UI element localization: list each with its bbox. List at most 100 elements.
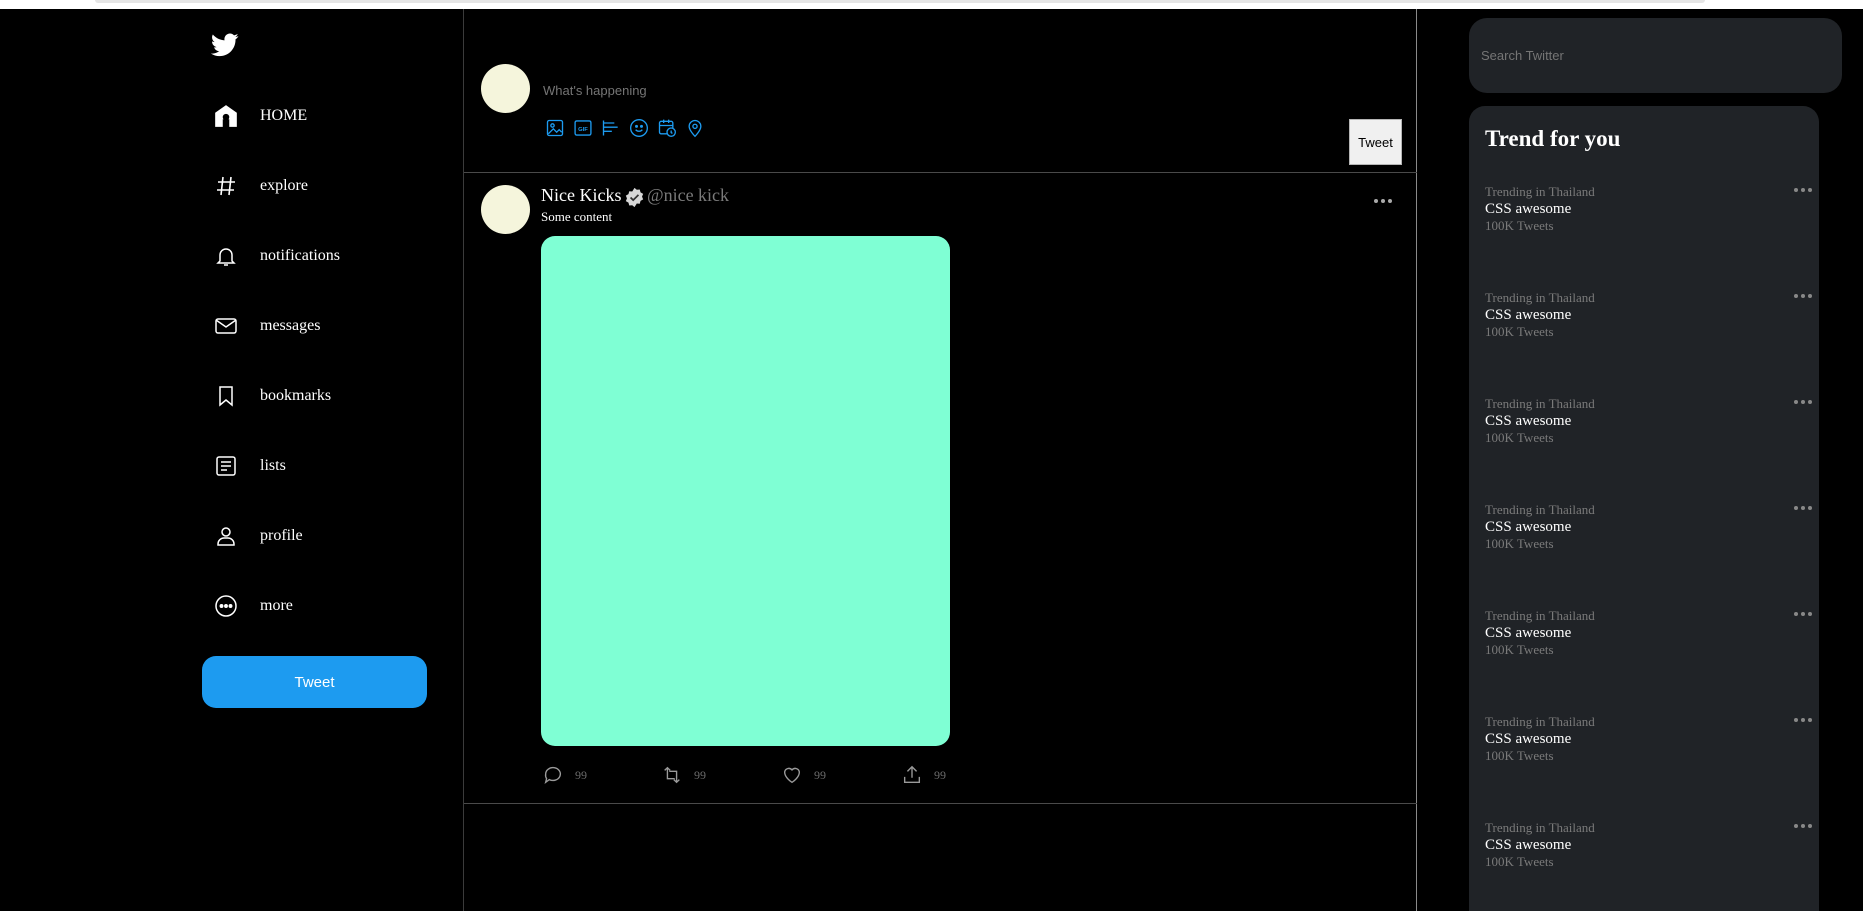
trend-name: CSS awesome (1485, 731, 1572, 747)
trend-name: CSS awesome (1485, 413, 1572, 429)
post-author-handle[interactable]: @nice kick (647, 185, 729, 206)
post-content: Some content (541, 209, 613, 224)
home-icon (211, 101, 241, 131)
search-input[interactable] (1481, 48, 1821, 63)
trend-count: 100K Tweets (1485, 218, 1554, 233)
sidebar-item-label: more (260, 597, 293, 614)
trend-item[interactable]: Trending in Thailand CSS awesome 100K Tw… (1485, 396, 1812, 466)
sidebar-item-label: bookmarks (260, 387, 332, 404)
avatar (481, 64, 530, 113)
sidebar-item-label: profile (260, 527, 303, 544)
sidebar-item-explore[interactable]: explore (211, 166, 411, 206)
more-options-icon[interactable] (1792, 182, 1814, 192)
trend-location: Trending in Thailand (1485, 396, 1595, 411)
trend-item[interactable]: Trending in Thailand CSS awesome 100K Tw… (1485, 714, 1812, 784)
tweet-composer: GIF Tweet (464, 9, 1417, 173)
list-icon (211, 451, 241, 481)
sidebar-item-label: explore (260, 177, 308, 194)
share-icon (900, 763, 924, 787)
trend-item[interactable]: Trending in Thailand CSS awesome 100K Tw… (1485, 820, 1812, 890)
trend-location: Trending in Thailand (1485, 502, 1595, 517)
trends-title: Trend for you (1485, 126, 1621, 151)
compose-tweet-button[interactable]: Tweet (1349, 119, 1402, 165)
trend-count: 100K Tweets (1485, 536, 1554, 551)
person-icon (211, 521, 241, 551)
trend-name: CSS awesome (1485, 307, 1572, 323)
retweet-icon (660, 763, 684, 787)
reply-count: 99 (575, 767, 587, 782)
compose-toolbar: GIF (543, 117, 706, 139)
sidebar-item-profile[interactable]: profile (211, 516, 411, 556)
trend-item[interactable]: Trending in Thailand CSS awesome 100K Tw… (1485, 290, 1812, 360)
emoji-icon[interactable] (627, 117, 650, 139)
bookmark-icon (211, 381, 241, 411)
trend-location: Trending in Thailand (1485, 184, 1595, 199)
browser-top-edge (0, 0, 1863, 9)
trend-item[interactable]: Trending in Thailand CSS awesome 100K Tw… (1485, 502, 1812, 572)
reply-icon (541, 763, 565, 787)
trend-count: 100K Tweets (1485, 642, 1554, 657)
image-icon[interactable] (543, 117, 566, 139)
bell-icon (211, 241, 241, 271)
trend-location: Trending in Thailand (1485, 820, 1595, 835)
hashtag-icon (211, 171, 241, 201)
like-count: 99 (814, 767, 826, 782)
more-options-icon[interactable] (1792, 500, 1814, 510)
more-circle-icon (211, 591, 241, 621)
sidebar-item-lists[interactable]: lists (211, 446, 411, 486)
sidebar-item-label: lists (260, 457, 286, 474)
poll-icon[interactable] (599, 117, 622, 139)
post-author-name[interactable]: Nice Kicks (541, 185, 621, 206)
tweet-post[interactable]: Nice Kicks @nice kick Some content 99 99… (464, 173, 1417, 804)
post-media[interactable] (541, 236, 950, 746)
trends-panel: Trend for you Trending in Thailand CSS a… (1469, 106, 1819, 911)
more-options-icon[interactable] (1792, 394, 1814, 404)
sidebar-item-messages[interactable]: messages (211, 306, 411, 346)
svg-text:GIF: GIF (578, 127, 588, 133)
sidebar-item-label: messages (260, 317, 321, 334)
like-button[interactable]: 99 (780, 763, 826, 787)
trend-location: Trending in Thailand (1485, 608, 1595, 623)
share-count: 99 (934, 767, 946, 782)
search-box (1469, 18, 1842, 93)
mail-icon (211, 311, 241, 341)
reply-button[interactable]: 99 (541, 763, 587, 787)
schedule-icon[interactable] (655, 117, 678, 139)
sidebar-item-label: notifications (260, 247, 340, 264)
more-options-icon[interactable] (1792, 606, 1814, 616)
more-options-icon[interactable] (1792, 712, 1814, 722)
trend-count: 100K Tweets (1485, 854, 1554, 869)
location-icon[interactable] (683, 117, 706, 139)
trend-name: CSS awesome (1485, 625, 1572, 641)
trend-location: Trending in Thailand (1485, 714, 1595, 729)
verified-badge-icon (624, 187, 645, 208)
trend-count: 100K Tweets (1485, 324, 1554, 339)
sidebar-item-notifications[interactable]: notifications (211, 236, 411, 276)
more-options-icon[interactable] (1792, 288, 1814, 298)
trend-count: 100K Tweets (1485, 430, 1554, 445)
compose-input[interactable] (543, 83, 943, 98)
more-options-icon[interactable] (1372, 193, 1394, 203)
trend-name: CSS awesome (1485, 519, 1572, 535)
sidebar-item-bookmarks[interactable]: bookmarks (211, 376, 411, 416)
browser-top-edge-inner (95, 0, 1705, 3)
retweet-count: 99 (694, 767, 706, 782)
more-options-icon[interactable] (1792, 818, 1814, 828)
gif-icon[interactable]: GIF (571, 117, 594, 139)
trend-item[interactable]: Trending in Thailand CSS awesome 100K Tw… (1485, 608, 1812, 678)
avatar[interactable] (481, 185, 530, 234)
trend-count: 100K Tweets (1485, 748, 1554, 763)
trend-item[interactable]: Trending in Thailand CSS awesome 100K Tw… (1485, 184, 1812, 254)
trend-name: CSS awesome (1485, 837, 1572, 853)
share-button[interactable]: 99 (900, 763, 946, 787)
twitter-bird-icon[interactable] (210, 33, 243, 61)
sidebar-item-label: HOME (260, 107, 308, 124)
sidebar-item-more[interactable]: more (211, 586, 411, 626)
retweet-button[interactable]: 99 (660, 763, 706, 787)
trend-name: CSS awesome (1485, 201, 1572, 217)
sidebar-item-home[interactable]: HOME (211, 96, 411, 136)
main-feed: GIF Tweet Nice Kicks @nice kick Some con… (463, 9, 1417, 911)
sidebar-tweet-button[interactable]: Tweet (202, 656, 427, 708)
trend-location: Trending in Thailand (1485, 290, 1595, 305)
like-icon (780, 763, 804, 787)
